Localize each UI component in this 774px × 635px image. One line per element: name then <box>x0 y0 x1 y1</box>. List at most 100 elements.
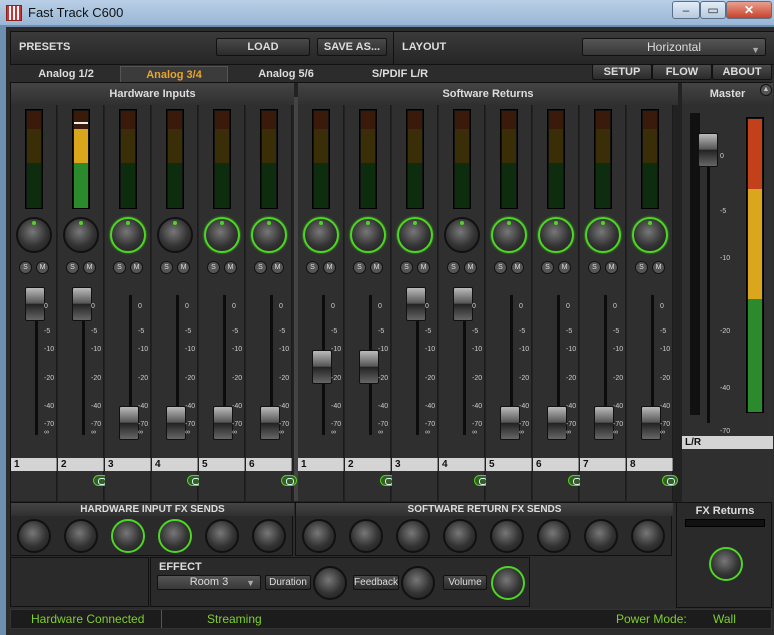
solo-button[interactable]: S <box>635 261 648 274</box>
solo-button[interactable]: S <box>494 261 507 274</box>
solo-button[interactable]: S <box>160 261 173 274</box>
channel-fader[interactable] <box>641 406 661 440</box>
channel-fader[interactable] <box>500 406 520 440</box>
sw-fx-send-knob[interactable] <box>443 519 477 553</box>
channel-fader[interactable] <box>166 406 186 440</box>
fader-scale-tick: -70 <box>185 421 196 428</box>
channel-fader[interactable] <box>406 287 426 321</box>
minimize-button[interactable]: – <box>672 1 700 19</box>
mute-button[interactable]: M <box>323 261 336 274</box>
stereo-link-icon[interactable] <box>662 475 678 486</box>
mute-button[interactable]: M <box>652 261 665 274</box>
collapse-icon[interactable]: ▲ <box>760 84 772 96</box>
load-button[interactable]: LOAD <box>216 38 310 56</box>
channel-fader[interactable] <box>359 350 379 384</box>
tab-3[interactable]: S/PDIF L/R <box>346 66 454 82</box>
gain-knob[interactable] <box>16 217 52 253</box>
effect-dropdown[interactable]: Room 3 ▼ <box>157 575 261 590</box>
gain-knob[interactable] <box>585 217 621 253</box>
solo-button[interactable]: S <box>113 261 126 274</box>
tab-2[interactable]: Analog 5/6 <box>232 66 340 82</box>
channel-fader[interactable] <box>312 350 332 384</box>
channel-fader[interactable] <box>119 406 139 440</box>
setup-button[interactable]: SETUP <box>592 64 652 80</box>
maximize-button[interactable]: ▭ <box>700 1 726 19</box>
master-scale-tick: -5 <box>720 208 727 215</box>
sw-fx-send-knob[interactable] <box>490 519 524 553</box>
fader-scale-tick: -40 <box>44 403 55 410</box>
gain-knob[interactable] <box>350 217 386 253</box>
channel-fader[interactable] <box>547 406 567 440</box>
channel-fader[interactable] <box>72 287 92 321</box>
hw-fx-send-knob[interactable] <box>111 519 145 553</box>
mute-button[interactable]: M <box>36 261 49 274</box>
save-as-button[interactable]: SAVE AS... <box>317 38 387 56</box>
hw-fx-send-knob[interactable] <box>205 519 239 553</box>
flow-button[interactable]: FLOW <box>652 64 712 80</box>
mute-button[interactable]: M <box>83 261 96 274</box>
fx-returns-knob[interactable] <box>709 547 743 581</box>
fader-scale-tick: ∞ <box>91 429 96 436</box>
sw-fx-send-knob[interactable] <box>396 519 430 553</box>
solo-button[interactable]: S <box>207 261 220 274</box>
sw-fx-send-knob[interactable] <box>584 519 618 553</box>
gain-knob[interactable] <box>491 217 527 253</box>
sw-fx-send-knob[interactable] <box>302 519 336 553</box>
mute-button[interactable]: M <box>511 261 524 274</box>
solo-button[interactable]: S <box>254 261 267 274</box>
master-fader[interactable] <box>698 133 718 167</box>
solo-button[interactable]: S <box>541 261 554 274</box>
about-button[interactable]: ABOUT <box>712 64 772 80</box>
fader-scale-tick: -5 <box>279 328 286 335</box>
tab-0[interactable]: Analog 1/2 <box>12 66 120 82</box>
tab-1[interactable]: Analog 3/4 <box>120 66 228 82</box>
mute-button[interactable]: M <box>370 261 383 274</box>
mute-button[interactable]: M <box>271 261 284 274</box>
gain-knob[interactable] <box>63 217 99 253</box>
gain-knob[interactable] <box>251 217 287 253</box>
gain-knob[interactable] <box>632 217 668 253</box>
sw-fx-sends-header: SOFTWARE RETURN FX SENDS <box>296 503 673 516</box>
volume-knob[interactable] <box>491 566 525 600</box>
sw-fx-send-knob[interactable] <box>631 519 665 553</box>
channel-fader[interactable] <box>213 406 233 440</box>
gain-knob[interactable] <box>157 217 193 253</box>
gain-knob[interactable] <box>538 217 574 253</box>
sw-fx-send-knob[interactable] <box>349 519 383 553</box>
mute-button[interactable]: M <box>224 261 237 274</box>
solo-button[interactable]: S <box>400 261 413 274</box>
mute-button[interactable]: M <box>558 261 571 274</box>
gain-knob[interactable] <box>397 217 433 253</box>
hw-fx-send-knob[interactable] <box>158 519 192 553</box>
channel-fader[interactable] <box>25 287 45 321</box>
mute-button[interactable]: M <box>130 261 143 274</box>
hw-fx-send-knob[interactable] <box>252 519 286 553</box>
gain-knob[interactable] <box>204 217 240 253</box>
fader-scale-tick: 0 <box>378 303 382 310</box>
solo-button[interactable]: S <box>306 261 319 274</box>
gain-knob[interactable] <box>303 217 339 253</box>
channel-fader[interactable] <box>453 287 473 321</box>
hw-fx-send-knob[interactable] <box>64 519 98 553</box>
channel-fader[interactable] <box>260 406 280 440</box>
solo-button[interactable]: S <box>588 261 601 274</box>
solo-button[interactable]: S <box>66 261 79 274</box>
sw-fx-send-knob[interactable] <box>537 519 571 553</box>
feedback-knob[interactable] <box>401 566 435 600</box>
gain-knob[interactable] <box>110 217 146 253</box>
duration-knob[interactable] <box>313 566 347 600</box>
hw-fx-send-knob[interactable] <box>17 519 51 553</box>
close-button[interactable]: ✕ <box>726 1 772 19</box>
layout-dropdown[interactable]: Horizontal ▼ <box>582 38 766 56</box>
solo-button[interactable]: S <box>353 261 366 274</box>
gain-knob[interactable] <box>444 217 480 253</box>
channel-fader[interactable] <box>594 406 614 440</box>
stereo-link-icon[interactable] <box>281 475 297 486</box>
mute-button[interactable]: M <box>417 261 430 274</box>
mute-button[interactable]: M <box>605 261 618 274</box>
mute-button[interactable]: M <box>177 261 190 274</box>
solo-button[interactable]: S <box>447 261 460 274</box>
channel-strip: S M 0 -5 -10 -20 -40 -70 ∞ 1 <box>298 105 344 501</box>
solo-button[interactable]: S <box>19 261 32 274</box>
mute-button[interactable]: M <box>464 261 477 274</box>
